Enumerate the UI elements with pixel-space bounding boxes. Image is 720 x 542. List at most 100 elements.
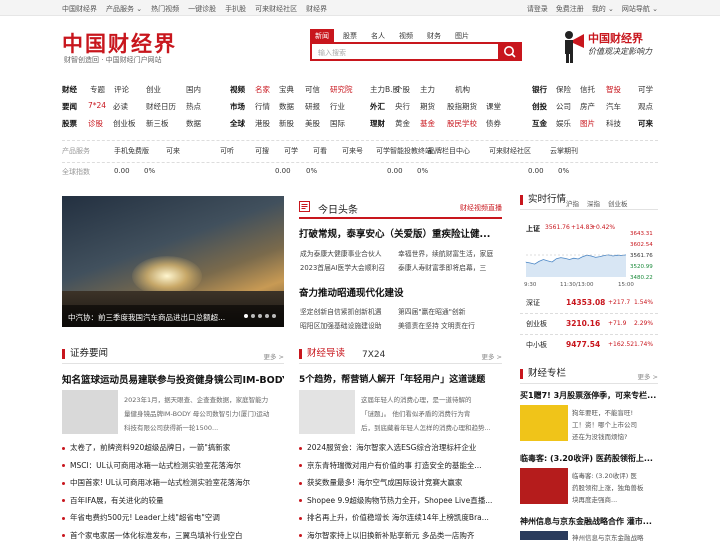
topbar-link[interactable]: 手扒股: [225, 4, 246, 14]
article-thumbnail[interactable]: [299, 390, 355, 434]
list-item[interactable]: 海尔智家持上以旧换新补贴享新元 多品类一店购齐: [299, 530, 502, 541]
topbar-link[interactable]: 我的 ⌄: [592, 4, 614, 14]
list-item[interactable]: 京东青特瑞微对用户有价值的事 打造安全的基能全...: [299, 460, 502, 471]
channel-link[interactable]: 互金: [532, 118, 547, 129]
list-item[interactable]: 太卷了，前牌资料920超级品牌日，一箭"搞新家: [62, 442, 284, 453]
channel-link[interactable]: 财经日历: [146, 101, 176, 112]
tab-7x24[interactable]: 7X24: [362, 350, 385, 360]
guide-title[interactable]: 财经导读: [299, 349, 345, 359]
product-service-link[interactable]: 可来号: [342, 146, 363, 156]
market-tab[interactable]: 深指: [587, 198, 600, 208]
list-item[interactable]: 中国首家! UL认可商用冰箱一站式检测实验室花落海尔: [62, 477, 284, 488]
securities-headline[interactable]: 知名篮球运动员易建联参与投资健身镜公司IM-BODY...: [62, 372, 284, 386]
channel-link[interactable]: 房产: [580, 101, 595, 112]
carousel-dot[interactable]: [244, 314, 248, 318]
search-input[interactable]: 输入搜索: [310, 42, 500, 61]
channel-link[interactable]: 娱乐: [556, 118, 571, 129]
headline[interactable]: 奋力推动昭通现代化建设: [299, 285, 504, 299]
search-tab[interactable]: 图片: [450, 29, 474, 42]
channel-link[interactable]: 财经: [62, 84, 77, 95]
channel-link[interactable]: 创业板: [113, 118, 136, 129]
list-item[interactable]: 排名再上升，价值稳增长 海尔连续14年上榜凯度Bra...: [299, 512, 502, 523]
channel-link[interactable]: 诊股: [88, 118, 103, 129]
product-service-link[interactable]: 可学: [284, 146, 298, 156]
channel-link[interactable]: 数据: [186, 118, 201, 129]
channel-link[interactable]: 国际: [330, 118, 345, 129]
search-tab[interactable]: 财务: [422, 29, 446, 42]
channel-link[interactable]: 行业: [330, 101, 345, 112]
channel-link[interactable]: 研报: [305, 101, 320, 112]
hero-carousel[interactable]: 中汽协：前三季度我国汽车商品进出口总额超...: [62, 196, 284, 327]
sub-link[interactable]: 幸福世界，续航财富生活，家庭: [398, 248, 498, 258]
topbar-link[interactable]: 产品服务 ⌄: [106, 4, 142, 14]
channel-link[interactable]: 基金: [420, 118, 435, 129]
site-logo[interactable]: 中国财经界: [62, 28, 177, 58]
channel-link[interactable]: 创业: [146, 84, 161, 95]
channel-link[interactable]: 课堂: [486, 101, 501, 112]
channel-link[interactable]: 新三板: [146, 118, 169, 129]
market-row-name[interactable]: 深证: [526, 298, 540, 308]
headline[interactable]: 打破常规，泰享安心（关爱版）重疾险让健...: [299, 226, 504, 240]
sub-link[interactable]: 第四届"赢在昭通"创新: [398, 306, 498, 316]
market-row-name[interactable]: 创业板: [526, 319, 547, 329]
channel-link[interactable]: 智投: [606, 84, 621, 95]
sub-link[interactable]: 2023首届AI医学大会顺利召: [300, 262, 390, 272]
channel-link[interactable]: 必读: [113, 101, 128, 112]
channel-link[interactable]: 热点: [186, 101, 201, 112]
search-tab[interactable]: 股票: [338, 29, 362, 42]
topbar-link[interactable]: 中国财经界: [62, 4, 97, 14]
guide-more-link[interactable]: 更多 >: [481, 351, 502, 361]
topbar-link[interactable]: 网站导航 ⌄: [622, 4, 658, 14]
channel-link[interactable]: 股民学校: [447, 118, 477, 129]
list-item[interactable]: 年省电费约500元! Leader上线"超省电"空调: [62, 512, 284, 523]
product-service-link[interactable]: 云掌期刊: [550, 146, 578, 156]
product-service-link[interactable]: 可学智能投教终端: [376, 146, 432, 156]
channel-link[interactable]: 保险: [556, 84, 571, 95]
sub-link[interactable]: 泰康人寿财富季即将启幕，三: [398, 262, 498, 272]
channel-link[interactable]: 新股: [279, 118, 294, 129]
list-item[interactable]: 百年IFA展，有关进化的较量: [62, 495, 284, 506]
channel-link[interactable]: 个股: [395, 84, 410, 95]
carousel-dot[interactable]: [258, 314, 262, 318]
channel-link[interactable]: 央行: [395, 101, 410, 112]
channel-link[interactable]: 名家: [255, 84, 270, 95]
channel-link[interactable]: 汽车: [606, 101, 621, 112]
channel-link[interactable]: 国内: [186, 84, 201, 95]
channel-link[interactable]: 外汇: [370, 101, 385, 112]
list-item[interactable]: 获奖数量最多! 海尔空气成国际设计竞赛大赢家: [299, 477, 502, 488]
topbar-link[interactable]: 可来财经社区: [255, 4, 297, 14]
sub-link[interactable]: 昭阳区加强基础设施建设助: [300, 320, 390, 330]
topbar-link[interactable]: 热门视频: [151, 4, 179, 14]
search-button[interactable]: [498, 42, 522, 61]
channel-link[interactable]: 黄金: [395, 118, 410, 129]
article-thumbnail[interactable]: [520, 468, 568, 504]
article-thumbnail[interactable]: [520, 405, 568, 441]
channel-link[interactable]: 科技: [606, 118, 621, 129]
market-tab[interactable]: 沪指: [566, 198, 579, 208]
sub-link[interactable]: 成为泰康大健康事业合伙人: [300, 248, 390, 258]
product-service-link[interactable]: 品牌栏目中心: [428, 146, 470, 156]
column-more-link[interactable]: 更多 >: [637, 371, 658, 381]
product-service-link[interactable]: 可来: [166, 146, 180, 156]
channel-link[interactable]: 行情: [255, 101, 270, 112]
channel-link[interactable]: 股指期货: [447, 101, 477, 112]
channel-link[interactable]: 机构: [455, 84, 470, 95]
search-tab[interactable]: 新闻: [310, 29, 334, 42]
channel-link[interactable]: 港股: [255, 118, 270, 129]
carousel-dot[interactable]: [265, 314, 269, 318]
channel-link[interactable]: 市场: [230, 101, 245, 112]
article-thumbnail[interactable]: [520, 531, 568, 540]
channel-link[interactable]: 可信: [305, 84, 320, 95]
article-thumbnail[interactable]: [62, 390, 118, 434]
topbar-link[interactable]: 免费注册: [556, 4, 584, 14]
channel-link[interactable]: 观点: [638, 101, 653, 112]
topbar-link[interactable]: 财经界: [306, 4, 327, 14]
column-article-title[interactable]: 神州信息与京东金融战略合作 灌市...: [520, 516, 658, 527]
product-service-link[interactable]: 可来财经社区: [489, 146, 531, 156]
product-service-link[interactable]: 可听: [220, 146, 234, 156]
sub-link[interactable]: 美德责在坚持 文明责在行: [398, 320, 498, 330]
product-service-link[interactable]: 手机免费版: [114, 146, 149, 156]
channel-link[interactable]: 创投: [532, 101, 547, 112]
list-item[interactable]: Shopee 9.9超级购物节热力全开，Shopee Live直播...: [299, 495, 502, 506]
guide-headline[interactable]: 5个趋势，帮营销人解开「年轻用户」这道谜题: [299, 372, 502, 385]
